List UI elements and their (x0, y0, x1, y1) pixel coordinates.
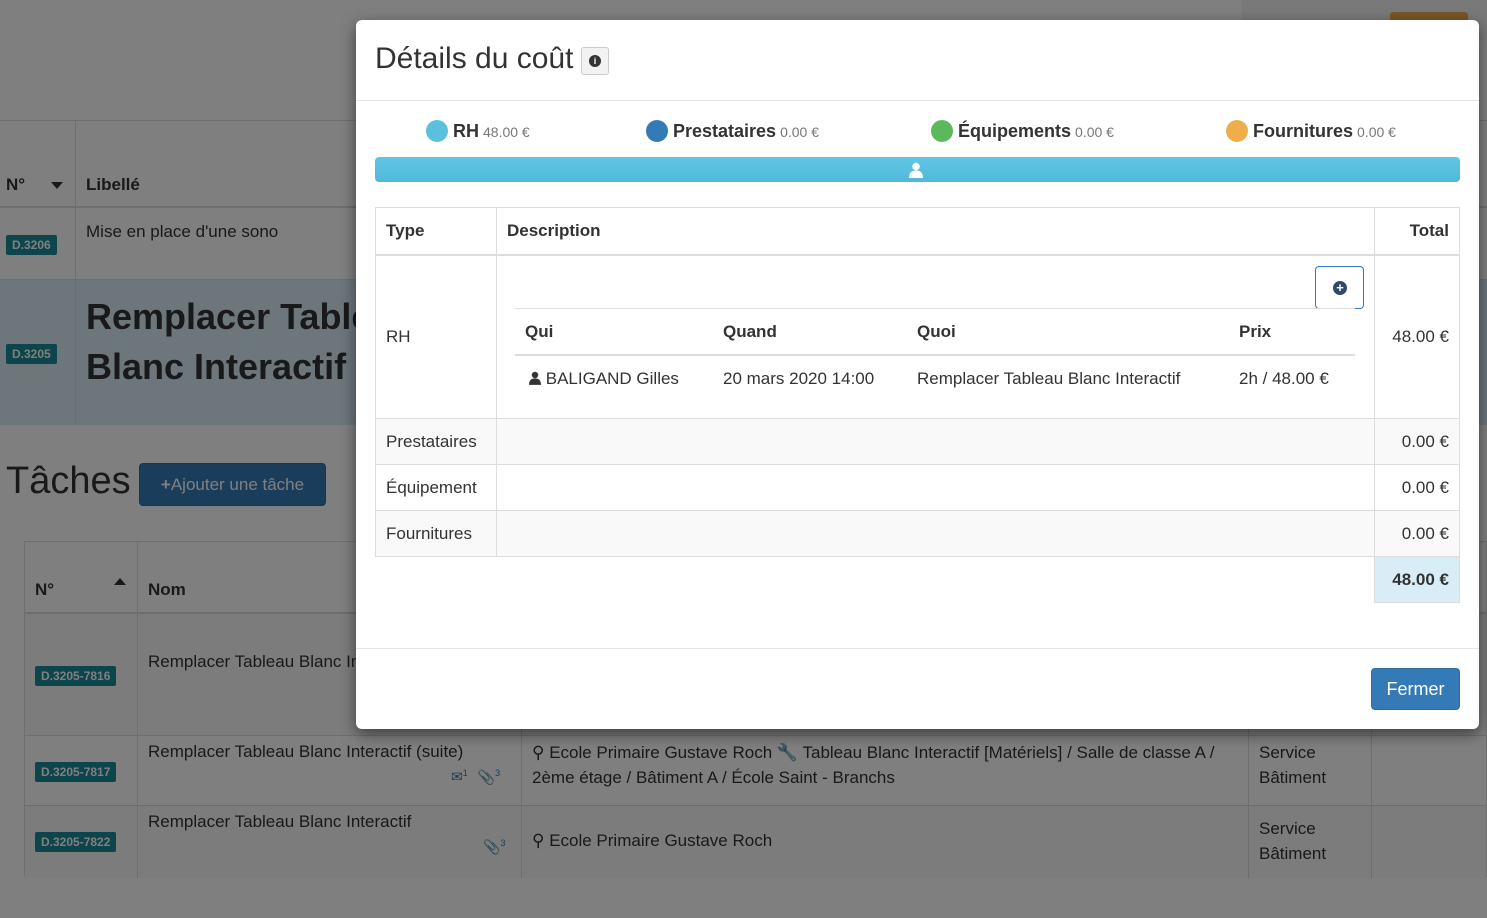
column-header-quoi: Quoi (917, 321, 956, 341)
add-rh-button[interactable]: + (1315, 265, 1364, 309)
cost-total: 48.00 € (1374, 254, 1460, 419)
legend-swatch (1226, 120, 1248, 142)
cost-type: RH (375, 254, 497, 419)
cost-total: 0.00 € (1374, 510, 1460, 557)
info-icon: i (589, 55, 601, 67)
user-icon (909, 162, 923, 178)
legend-swatch (646, 120, 668, 142)
legend-swatch (426, 120, 448, 142)
cost-progress-bar (375, 157, 1460, 182)
column-header-quand: Quand (723, 321, 777, 341)
column-header-prix: Prix (1239, 321, 1272, 341)
legend-fournitures: Fournitures 0.00 € (1226, 120, 1396, 142)
close-button[interactable]: Fermer (1371, 668, 1460, 710)
rh-date: 20 mars 2020 14:00 (723, 368, 875, 388)
cost-row-grand-total: 48.00 € (375, 556, 1460, 603)
cost-details-modal: Détails du coût i RH 48.00 € Prestataires… (356, 20, 1479, 729)
rh-price: 2h / 48.00 € (1239, 368, 1329, 388)
rh-person: BALIGAND Gilles (545, 368, 679, 388)
modal-footer: Fermer (356, 648, 1479, 729)
cost-row-equipement: Équipement 0.00 € (375, 464, 1460, 511)
rh-details-cell: + Qui Quand Quoi Prix BALIGAND Gilles 20… (496, 254, 1375, 419)
cost-total: 0.00 € (1374, 464, 1460, 511)
cost-type: Fournitures (375, 510, 497, 557)
cost-type: Prestataires (375, 418, 497, 465)
column-header-total: Total (1374, 207, 1460, 256)
info-button[interactable]: i (581, 47, 609, 75)
cost-type: Équipement (375, 464, 497, 511)
cost-row-prestataires: Prestataires 0.00 € (375, 418, 1460, 465)
modal-title: Détails du coût (375, 42, 574, 75)
plus-circle-icon: + (1333, 280, 1347, 295)
column-header-qui: Qui (525, 321, 554, 341)
grand-total: 48.00 € (1374, 556, 1460, 603)
legend-rh: RH 48.00 € (426, 120, 530, 142)
legend-prestataires: Prestataires 0.00 € (646, 120, 819, 142)
modal-header: Détails du coût i (356, 20, 1479, 101)
cost-row-rh: RH + Qui Quand Quoi Prix BALIGAND Gilles… (375, 254, 1460, 419)
rh-task: Remplacer Tableau Blanc Interactif (917, 368, 1181, 388)
cost-table: Type Description Total RH + Qui Quand Qu… (375, 207, 1460, 603)
legend-equipements: Équipements 0.00 € (931, 120, 1114, 142)
rh-details-table: Qui Quand Quoi Prix BALIGAND Gilles 20 m… (515, 307, 1355, 388)
cost-row-fournitures: Fournitures 0.00 € (375, 510, 1460, 557)
rh-entry-row[interactable]: BALIGAND Gilles 20 mars 2020 14:00 Rempl… (515, 356, 1355, 402)
column-header-description: Description (496, 207, 1375, 256)
column-header-type: Type (375, 207, 497, 256)
legend-swatch (931, 120, 953, 142)
cost-total: 0.00 € (1374, 418, 1460, 465)
user-icon (529, 371, 541, 385)
